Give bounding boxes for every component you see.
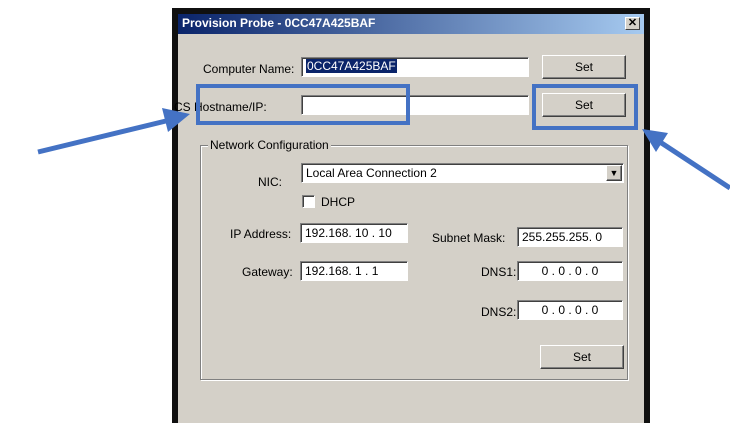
left-arrow-icon xyxy=(37,108,190,155)
annotation-arrows xyxy=(37,108,730,191)
right-arrow-icon xyxy=(642,129,730,191)
